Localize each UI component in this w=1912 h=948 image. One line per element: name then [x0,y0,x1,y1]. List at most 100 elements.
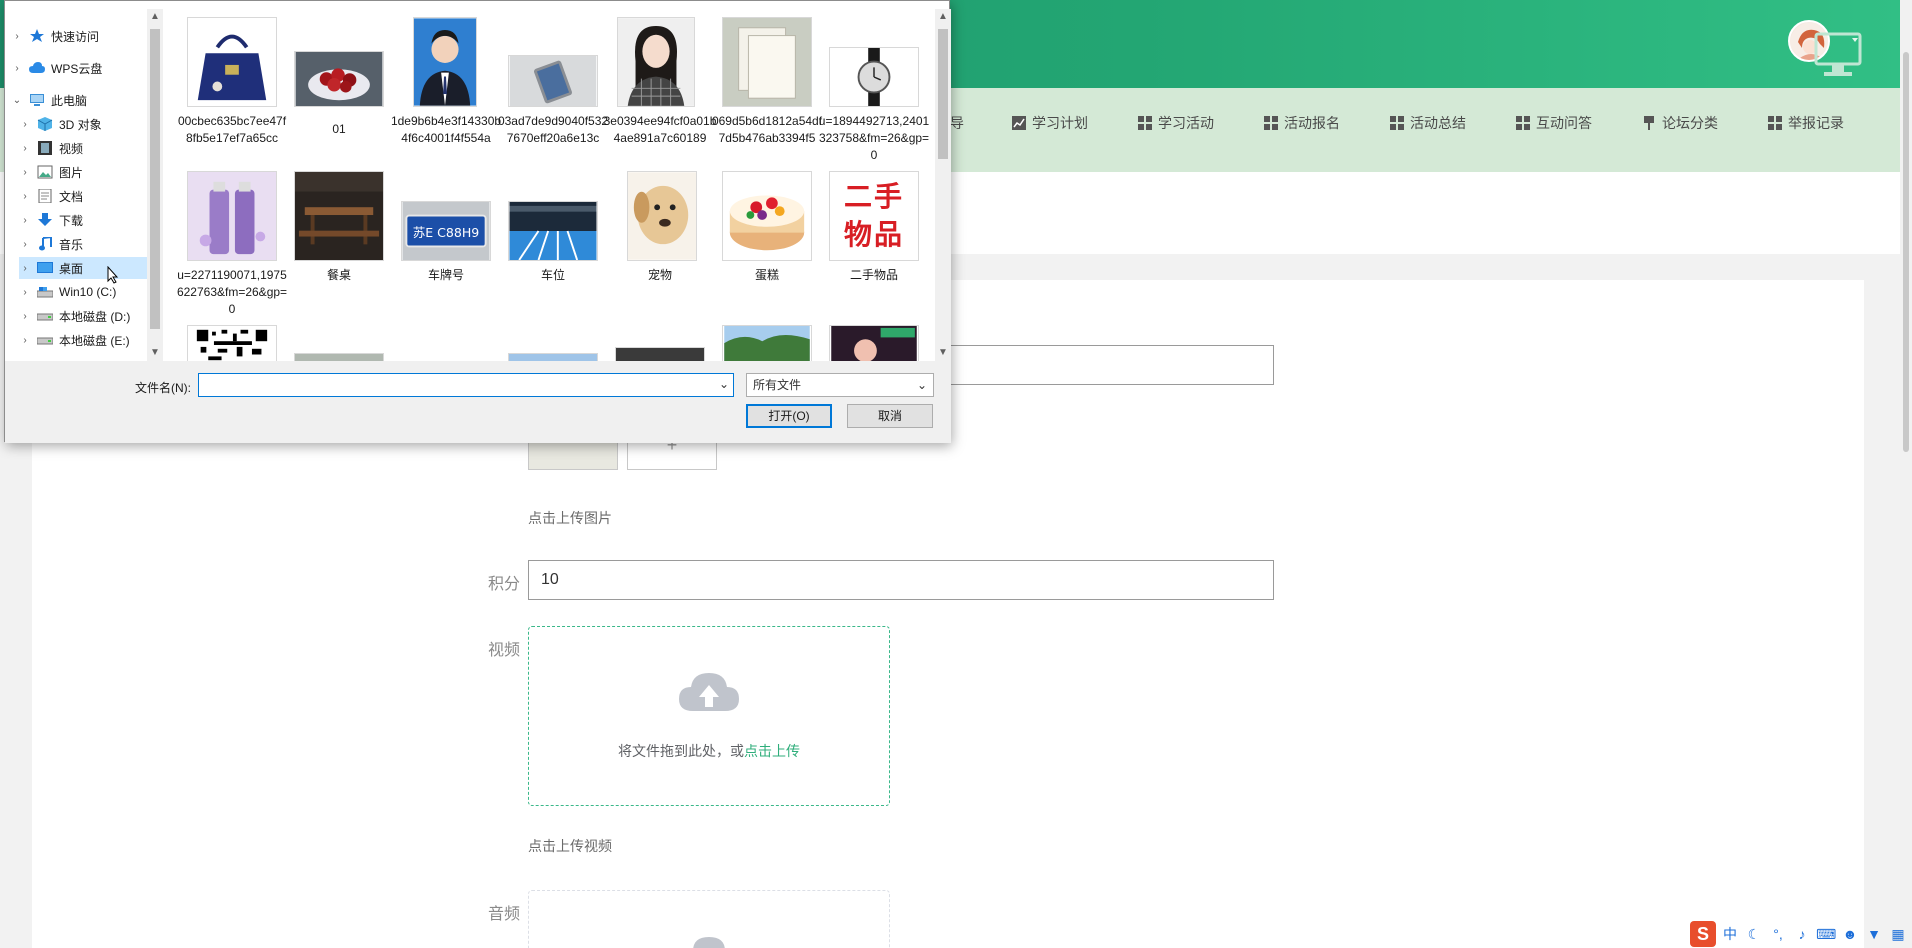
tree-item-label: 3D 对象 [59,117,102,132]
open-button[interactable]: 打开(O) [746,404,832,428]
mic-icon[interactable]: ♪ [1792,926,1812,942]
video-dropzone[interactable]: 将文件拖到此处，或点击上传 [528,626,890,806]
tree-item-pictures[interactable]: › 图片 [19,161,83,183]
monitor-icon[interactable] [1812,28,1864,84]
scroll-down-arrow-icon[interactable]: ▼ [147,345,163,361]
chevron-right-icon[interactable]: › [19,263,31,274]
tree-item-music[interactable]: › 音乐 [19,233,83,255]
nav-item-label: 互动问答 [1536,115,1592,131]
file-grid-scrollbar[interactable]: ▲ ▼ [935,9,951,361]
nav-item-activity-summary[interactable]: 活动总结 [1390,110,1466,136]
star-icon [30,29,44,42]
file-thumbnail-qrcode [187,325,277,361]
tree-item-videos[interactable]: › 视频 [19,137,83,159]
nav-item-study-activity[interactable]: 学习活动 [1138,110,1214,136]
file-thumbnail-landscape [722,325,812,361]
file-thumbnail-poster [829,325,919,361]
chevron-right-icon[interactable]: › [19,167,31,178]
user-icon[interactable]: ☻ [1840,926,1860,942]
nav-item-study-plan[interactable]: 学习计划 [1012,110,1088,136]
tree-item-wps-cloud[interactable]: › WPS云盘 [11,57,102,79]
tree-item-this-pc[interactable]: ⌄ 此电脑 [11,89,87,111]
drive-icon [37,337,53,345]
nav-item-report-records[interactable]: 举报记录 [1768,110,1844,136]
tree-item-downloads[interactable]: › 下载 [19,209,83,231]
tree-item-quick-access[interactable]: › 快速访问 [11,25,99,47]
tree-item-documents[interactable]: › 文档 [19,185,83,207]
page-scrollbar[interactable] [1900,0,1912,948]
cancel-button[interactable]: 取消 [847,404,933,428]
file-name: 01 [332,122,346,136]
tree-item-desktop[interactable]: › 桌面 [19,257,147,279]
nav-item-activity-signup[interactable]: 活动报名 [1264,110,1340,136]
click-upload-link[interactable]: 点击上传 [744,743,800,759]
desktop-icon [37,262,53,273]
nav-item-label: 活动总结 [1410,115,1466,131]
shirt-icon[interactable]: ▼ [1864,926,1884,942]
file-name: 蛋糕 [754,268,779,282]
chevron-right-icon[interactable]: › [19,119,31,130]
computer-icon [30,94,44,106]
upload-cloud-icon [679,673,739,711]
keyboard-icon[interactable]: ⌨ [1816,926,1836,943]
chevron-right-icon[interactable]: › [19,215,31,226]
tree-item-drive-d[interactable]: › 本地磁盘 (D:) [19,305,130,327]
download-icon [38,213,52,226]
chevron-right-icon[interactable]: › [11,63,23,74]
file-thumbnail-partial [508,353,598,361]
drive-c-icon [37,287,53,298]
tree-item-label: 此电脑 [51,93,88,108]
chevron-right-icon[interactable]: › [11,31,23,42]
image-upload-hint: 点击上传图片 [528,510,612,526]
file-thumbnail-cake [722,171,812,261]
filename-input[interactable]: ⌄ [198,373,734,397]
audio-dropzone[interactable] [528,890,890,948]
punct-icon[interactable]: °, [1768,926,1788,942]
points-input[interactable]: 10 [528,560,1274,600]
file-grid: 00cbec635bc7ee47f8fb5e17ef7a65cc 01 1de9… [165,9,935,361]
points-label: 积分 [487,576,520,593]
ime-logo[interactable]: S [1690,921,1716,947]
chevron-right-icon[interactable]: › [19,143,31,154]
ime-tray: S 中 ☾ °, ♪ ⌨ ☻ ▼ ▦ [1690,920,1908,948]
tree-item-label: 快速访问 [51,29,100,44]
scrollbar-thumb[interactable] [1903,52,1909,452]
nav-item-forum-category[interactable]: 论坛分类 [1642,110,1718,136]
chevron-right-icon[interactable]: › [19,335,31,346]
file-type-select[interactable]: 所有文件 ⌄ [746,373,934,397]
file-name: 餐桌 [326,268,351,282]
tree-item-3d-objects[interactable]: › 3D 对象 [19,113,102,135]
chevron-right-icon[interactable]: › [19,287,31,298]
ime-language[interactable]: 中 [1720,924,1740,944]
mouse-cursor-icon [107,266,119,284]
file-name: 车牌号 [427,268,464,282]
chevron-right-icon[interactable]: › [19,239,31,250]
pin-icon [1644,116,1654,130]
chevron-right-icon[interactable]: › [19,311,31,322]
chart-icon [1012,116,1026,130]
tree-item-label: 下载 [59,213,84,228]
scroll-up-arrow-icon[interactable]: ▲ [935,9,951,25]
scrollbar-thumb[interactable] [150,29,160,329]
file-thumbnail-table [294,171,384,261]
nav-item-label: 活动报名 [1284,115,1340,131]
nav-item-partial[interactable]: 导 [950,110,964,136]
nav-pane-scrollbar[interactable]: ▲ ▼ [147,9,163,361]
file-thumbnail-portrait-man [413,17,477,107]
video-upload-hint: 点击上传视频 [528,838,612,854]
tree-item-drive-e[interactable]: › 本地磁盘 (E:) [19,329,129,351]
scroll-down-arrow-icon[interactable]: ▼ [935,345,951,361]
file-name: u=1894492713,2401323758&fm=26&gp=0 [818,114,930,162]
file-name: 3e0394ee94fcf0a01b4ae891a7c60189 [603,114,717,145]
nav-item-qa[interactable]: 互动问答 [1516,110,1592,136]
chevron-down-icon[interactable]: ⌄ [719,377,729,391]
file-thumbnail-plate: 苏E C88H9 [401,201,491,261]
chevron-right-icon[interactable]: › [19,191,31,202]
moon-icon[interactable]: ☾ [1744,926,1764,943]
scroll-up-arrow-icon[interactable]: ▲ [147,9,163,25]
chevron-down-icon[interactable]: ⌄ [11,95,23,106]
file-thumbnail-watch [829,47,919,107]
scrollbar-thumb[interactable] [938,29,948,159]
tree-item-drive-c[interactable]: › Win10 (C:) [19,281,116,303]
grid-icon[interactable]: ▦ [1888,926,1908,943]
